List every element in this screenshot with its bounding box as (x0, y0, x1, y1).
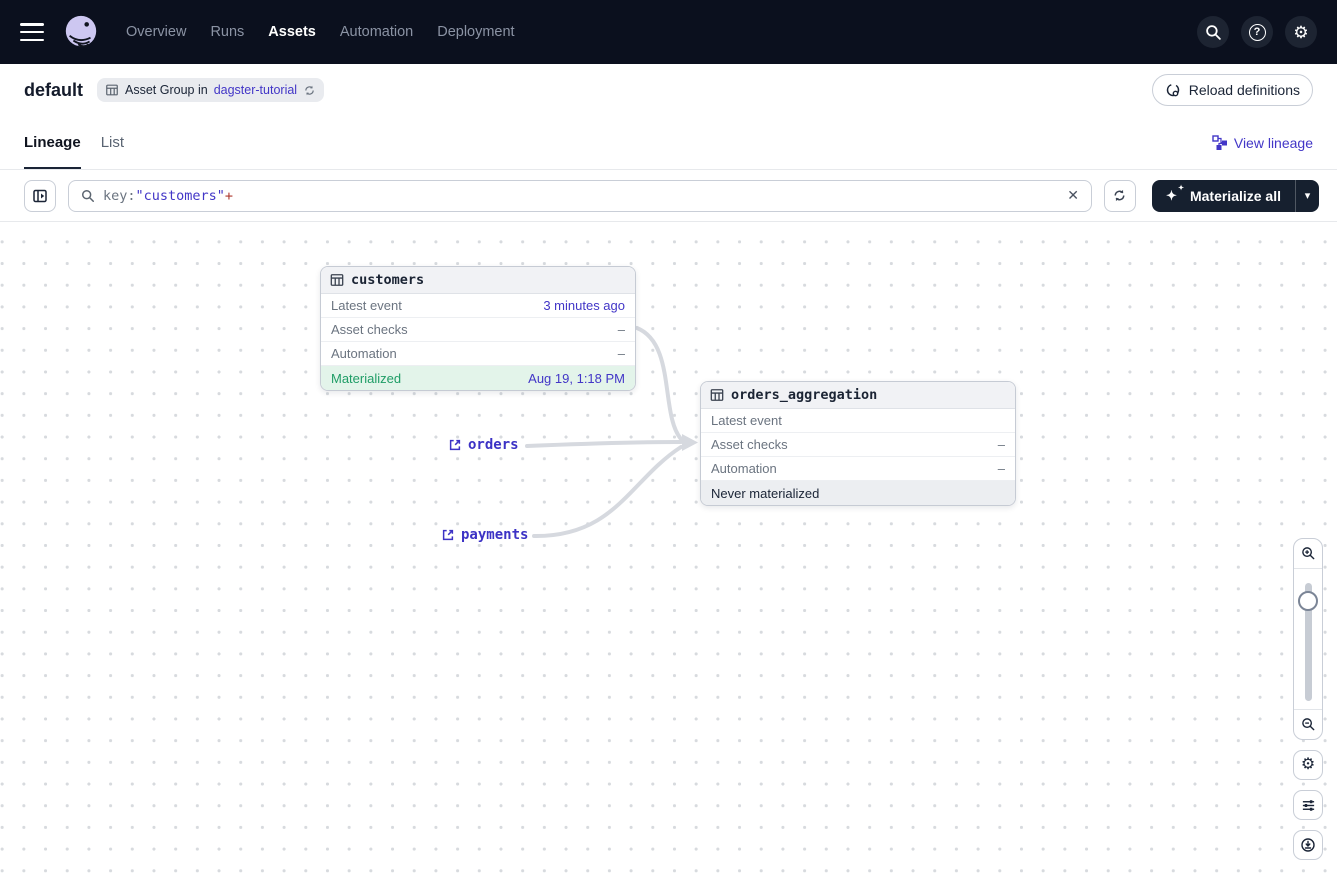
materialize-options-dropdown[interactable]: ▾ (1295, 180, 1319, 212)
caret-down-icon: ▾ (1305, 189, 1311, 202)
view-lineage-label: View lineage (1234, 135, 1313, 151)
zoom-out-icon (1301, 717, 1316, 732)
dagster-logo-icon[interactable] (62, 13, 100, 51)
table-icon (710, 388, 724, 402)
materialize-all-button[interactable]: ✦ ✦ Materialize all (1152, 180, 1295, 212)
top-nav-bar: Overview Runs Assets Automation Deployme… (0, 0, 1337, 64)
graph-settings-button[interactable]: ⚙ (1293, 750, 1323, 780)
settings-button[interactable]: ⚙ (1285, 16, 1317, 48)
search-icon (81, 189, 95, 203)
asset-row-automation: Automation – (701, 457, 1015, 481)
asset-status-row: Never materialized (701, 481, 1015, 505)
external-asset-orders[interactable]: orders (448, 437, 519, 453)
download-center-icon (1300, 837, 1316, 853)
asset-group-icon (105, 83, 119, 97)
external-link-icon (448, 438, 462, 452)
clear-search-icon[interactable]: ✕ (1067, 187, 1079, 204)
nav-item-automation[interactable]: Automation (340, 24, 413, 40)
tab-lineage[interactable]: Lineage (24, 116, 81, 169)
search-button[interactable] (1197, 16, 1229, 48)
gear-icon: ⚙ (1301, 757, 1315, 773)
asset-node-header: customers (321, 267, 635, 294)
code-location-link[interactable]: dagster-tutorial (214, 83, 297, 97)
help-icon: ? (1249, 24, 1266, 41)
lineage-graph-icon (1212, 135, 1228, 151)
sparkle-icon: ✦ ✦ (1166, 188, 1182, 204)
materialize-all-label: Materialize all (1190, 188, 1281, 204)
asset-row-latest-event: Latest event 3 minutes ago (321, 294, 635, 318)
sync-icon (303, 84, 316, 97)
asset-name: customers (351, 272, 424, 288)
reload-definitions-label: Reload definitions (1189, 82, 1300, 98)
lineage-graph-canvas[interactable]: customers Latest event 3 minutes ago Ass… (0, 222, 1337, 873)
reload-icon (1165, 82, 1181, 98)
page-header: default Asset Group in dagster-tutorial … (0, 64, 1337, 116)
asset-group-label: Asset Group in (125, 83, 208, 97)
table-icon (330, 273, 344, 287)
asset-node-orders-aggregation[interactable]: orders_aggregation Latest event Asset ch… (700, 381, 1016, 506)
nav-item-overview[interactable]: Overview (126, 24, 186, 40)
graph-filters-button[interactable] (1293, 790, 1323, 820)
refresh-graph-button[interactable] (1104, 180, 1136, 212)
tabs-bar: Lineage List View lineage (0, 116, 1337, 170)
recenter-view-button[interactable] (1293, 830, 1323, 860)
expand-sidebar-button[interactable] (24, 180, 56, 212)
refresh-icon (1112, 188, 1127, 203)
external-link-icon (441, 528, 455, 542)
asset-row-asset-checks: Asset checks – (701, 433, 1015, 457)
asset-group-badge: Asset Group in dagster-tutorial (97, 78, 324, 102)
latest-event-link[interactable]: 3 minutes ago (543, 298, 625, 313)
zoom-control (1293, 538, 1323, 740)
asset-row-automation: Automation – (321, 342, 635, 366)
query-value: "customers" (136, 188, 225, 204)
help-button[interactable]: ? (1241, 16, 1273, 48)
panel-expand-icon (32, 188, 48, 204)
asset-node-customers[interactable]: customers Latest event 3 minutes ago Ass… (320, 266, 636, 391)
asset-status-row: Materialized Aug 19, 1:18 PM (321, 366, 635, 390)
gear-icon: ⚙ (1293, 24, 1308, 41)
asset-row-asset-checks: Asset checks – (321, 318, 635, 342)
tab-list[interactable]: List (101, 116, 124, 169)
hamburger-menu-icon[interactable] (20, 23, 44, 41)
zoom-in-button[interactable] (1294, 539, 1322, 569)
page-title: default (24, 80, 83, 101)
external-asset-payments[interactable]: payments (441, 527, 528, 543)
lineage-toolbar: key:"customers"+ ✕ ✦ ✦ Materialize all ▾ (0, 170, 1337, 222)
zoom-out-button[interactable] (1294, 709, 1322, 739)
nav-item-deployment[interactable]: Deployment (437, 24, 514, 40)
query-operator: + (225, 188, 233, 204)
search-icon (1205, 24, 1222, 41)
asset-name: orders_aggregation (731, 387, 877, 403)
asset-row-latest-event: Latest event (701, 409, 1015, 433)
external-asset-label: orders (468, 437, 519, 453)
reload-definitions-button[interactable]: Reload definitions (1152, 74, 1313, 106)
lineage-edges (0, 222, 1337, 873)
primary-nav: Overview Runs Assets Automation Deployme… (126, 24, 515, 40)
external-asset-label: payments (461, 527, 528, 543)
sliders-icon (1301, 798, 1316, 813)
asset-node-header: orders_aggregation (701, 382, 1015, 409)
nav-item-runs[interactable]: Runs (210, 24, 244, 40)
materialize-all-button-group: ✦ ✦ Materialize all ▾ (1152, 180, 1319, 212)
view-lineage-link[interactable]: View lineage (1212, 116, 1313, 169)
query-key: key: (103, 188, 136, 204)
query-text: key:"customers"+ (103, 188, 233, 204)
materialization-timestamp-link[interactable]: Aug 19, 1:18 PM (528, 371, 625, 386)
zoom-in-icon (1301, 546, 1316, 561)
zoom-slider-handle[interactable] (1298, 591, 1318, 611)
asset-search-input[interactable]: key:"customers"+ ✕ (68, 180, 1092, 212)
nav-item-assets[interactable]: Assets (268, 24, 316, 40)
